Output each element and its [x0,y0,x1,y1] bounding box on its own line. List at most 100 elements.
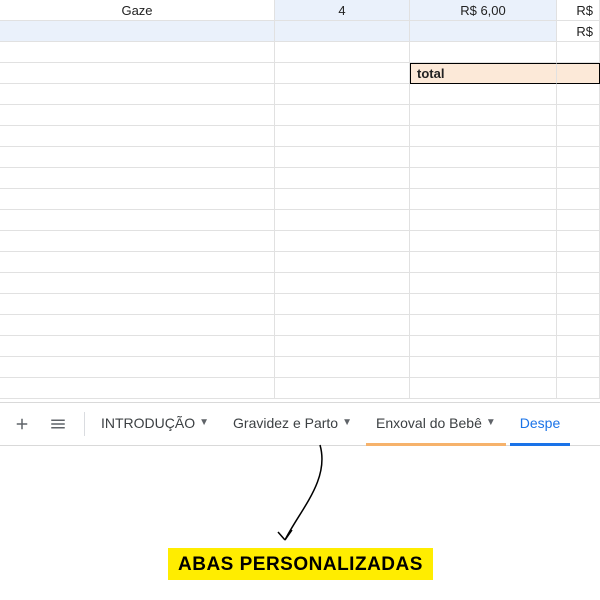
table-row[interactable] [0,336,600,357]
tab-despesas[interactable]: Despe [510,402,570,446]
table-row[interactable] [0,126,600,147]
cell-currency[interactable]: R$ [557,0,600,21]
cell[interactable] [410,252,557,273]
cell-price[interactable]: R$ 6,00 [410,0,557,21]
cell[interactable] [557,336,600,357]
cell[interactable] [410,336,557,357]
cell[interactable] [0,273,275,294]
cell-total-label[interactable]: total [410,63,557,84]
table-row[interactable] [0,294,600,315]
cell[interactable] [275,378,410,399]
cell[interactable] [275,168,410,189]
cell[interactable] [557,315,600,336]
cell[interactable] [557,84,600,105]
cell[interactable] [0,105,275,126]
cell[interactable] [557,42,600,63]
cell[interactable] [275,210,410,231]
cell[interactable] [410,315,557,336]
table-row[interactable] [0,357,600,378]
cell[interactable] [410,21,557,42]
cell[interactable] [410,84,557,105]
cell[interactable] [275,42,410,63]
cell[interactable] [410,105,557,126]
cell-total-value[interactable] [557,63,600,84]
cell[interactable] [0,252,275,273]
cell[interactable] [410,168,557,189]
cell[interactable] [557,231,600,252]
cell[interactable] [0,357,275,378]
cell[interactable] [557,126,600,147]
cell-currency[interactable]: R$ [557,21,600,42]
add-sheet-button[interactable] [6,408,38,440]
table-row[interactable] [0,42,600,63]
cell[interactable] [0,315,275,336]
cell[interactable] [410,273,557,294]
cell[interactable] [557,252,600,273]
cell[interactable] [557,168,600,189]
cell-qty[interactable]: 4 [275,0,410,21]
cell[interactable] [275,252,410,273]
cell-item-name[interactable]: Gaze [0,0,275,21]
cell[interactable] [275,84,410,105]
cell[interactable] [410,210,557,231]
all-sheets-button[interactable] [42,408,74,440]
cell[interactable] [0,42,275,63]
cell[interactable] [275,105,410,126]
cell[interactable] [0,189,275,210]
spreadsheet-grid[interactable]: Gaze 4 R$ 6,00 R$ R$ total [0,0,600,399]
cell[interactable] [410,378,557,399]
cell[interactable] [0,210,275,231]
cell[interactable] [0,336,275,357]
table-row[interactable] [0,378,600,399]
table-row[interactable] [0,231,600,252]
cell[interactable] [557,147,600,168]
table-row[interactable] [0,189,600,210]
table-row[interactable]: R$ [0,21,600,42]
table-row[interactable] [0,105,600,126]
cell[interactable] [275,21,410,42]
table-row[interactable] [0,315,600,336]
cell[interactable] [410,231,557,252]
cell[interactable] [0,231,275,252]
cell[interactable] [275,63,410,84]
cell[interactable] [557,105,600,126]
cell[interactable] [0,294,275,315]
tab-enxoval-do-bebe[interactable]: Enxoval do Bebê ▼ [366,402,506,446]
cell[interactable] [275,294,410,315]
cell[interactable] [410,357,557,378]
cell[interactable] [275,147,410,168]
cell[interactable] [410,189,557,210]
cell[interactable] [275,357,410,378]
table-row[interactable] [0,147,600,168]
cell[interactable] [275,126,410,147]
cell[interactable] [275,315,410,336]
cell[interactable] [557,189,600,210]
cell[interactable] [0,84,275,105]
cell[interactable] [0,126,275,147]
table-row[interactable] [0,210,600,231]
cell[interactable] [557,294,600,315]
cell[interactable] [0,147,275,168]
table-row[interactable] [0,168,600,189]
cell[interactable] [0,168,275,189]
cell[interactable] [557,273,600,294]
cell[interactable] [410,126,557,147]
cell[interactable] [410,294,557,315]
table-row-total[interactable]: total [0,63,600,84]
cell[interactable] [275,189,410,210]
cell[interactable] [410,147,557,168]
cell[interactable] [275,273,410,294]
cell[interactable] [275,231,410,252]
cell[interactable] [0,378,275,399]
table-row[interactable]: Gaze 4 R$ 6,00 R$ [0,0,600,21]
cell[interactable] [557,210,600,231]
tab-introducao[interactable]: INTRODUÇÃO ▼ [91,402,219,446]
table-row[interactable] [0,84,600,105]
table-row[interactable] [0,273,600,294]
cell[interactable] [557,378,600,399]
cell[interactable] [0,63,275,84]
cell[interactable] [0,21,275,42]
cell[interactable] [275,336,410,357]
cell[interactable] [557,357,600,378]
table-row[interactable] [0,252,600,273]
